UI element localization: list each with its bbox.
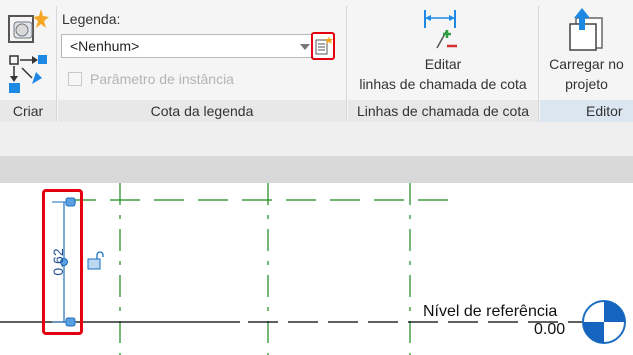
- chevron-down-icon: [300, 44, 310, 50]
- panel-label-callout-lines: Linhas de chamada de cota: [356, 103, 529, 119]
- dimension-highlight: [42, 189, 83, 335]
- panel-label-create: Criar: [12, 103, 44, 119]
- dimension-lock-icon: [87, 251, 104, 270]
- edit-callout-lines-button[interactable]: Editar linhas de chamada de cota: [348, 4, 538, 100]
- panel-separator: [538, 6, 539, 122]
- edit-callout-lines-label-2: linhas de chamada de cota: [359, 76, 527, 92]
- panel-separator: [56, 6, 57, 122]
- legend-parameters-button[interactable]: [311, 32, 335, 60]
- instance-parameter-label: Parâmetro de instância: [90, 71, 234, 87]
- legend-select-value: <Nenhum>: [70, 38, 140, 54]
- level-elevation[interactable]: 0.00: [534, 321, 565, 339]
- edit-callout-lines-icon: [424, 10, 457, 49]
- load-into-project-button[interactable]: Carregar no projeto: [540, 4, 633, 100]
- legend-select[interactable]: <Nenhum>: [61, 34, 316, 58]
- load-into-project-label-2: projeto: [565, 76, 608, 92]
- component-arrows-icon: [9, 55, 47, 93]
- legend-label: Legenda:: [62, 11, 121, 27]
- panel-label-dimension-legend: Cota da legenda: [150, 103, 254, 119]
- load-into-project-label-1: Carregar no: [549, 56, 624, 72]
- edit-callout-lines-label-1: Editar: [424, 56, 462, 72]
- component-button[interactable]: [8, 54, 48, 94]
- level-name[interactable]: Nível de referência: [423, 303, 557, 321]
- create-family-icon: [8, 9, 49, 43]
- legend-parameters-icon: [315, 36, 333, 55]
- load-into-project-icon: [569, 8, 603, 51]
- view-tab-bar: [0, 156, 633, 183]
- level-head-icon: [582, 300, 626, 344]
- options-bar: [0, 122, 633, 156]
- panel-separator: [346, 6, 347, 122]
- panel-label-editor: Editor d: [586, 103, 623, 141]
- create-family-button[interactable]: [5, 6, 49, 50]
- instance-parameter-checkbox[interactable]: [68, 72, 82, 86]
